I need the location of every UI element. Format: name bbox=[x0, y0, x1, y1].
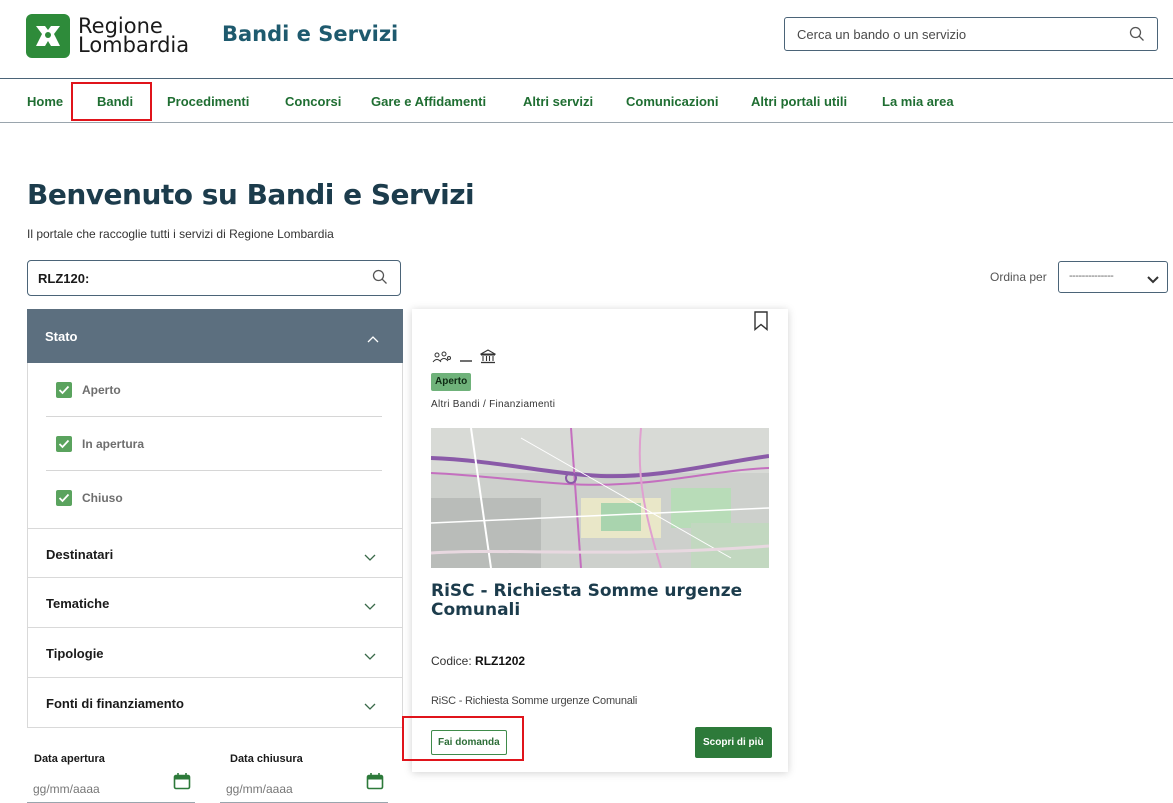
bookmark-icon[interactable] bbox=[754, 311, 768, 336]
checkbox-label: Chiuso bbox=[82, 491, 123, 505]
card-description: RiSC - Richiesta Somme urgenze Comunali bbox=[431, 695, 638, 707]
calendar-icon[interactable] bbox=[173, 772, 191, 795]
checkbox-checked-icon[interactable] bbox=[56, 435, 72, 452]
checkbox-checked-icon[interactable] bbox=[56, 381, 72, 398]
checkbox-label: In apertura bbox=[82, 436, 145, 451]
bando-card: Aperto Altri Bandi / Finanziamenti RiSC … bbox=[412, 309, 788, 772]
chevron-down-icon bbox=[1147, 272, 1159, 290]
regione-lombardia-logo[interactable]: Regione Lombardia bbox=[26, 14, 189, 58]
site-title[interactable]: Bandi e Servizi bbox=[222, 22, 398, 46]
accordion-label: Fonti di finanziamento bbox=[46, 696, 184, 711]
fai-domanda-highlight-box bbox=[402, 716, 524, 761]
bandi-search bbox=[27, 260, 401, 296]
nav-bandi-highlight-box bbox=[71, 82, 152, 121]
nav-item-gare-affidamenti[interactable]: Gare e Affidamenti bbox=[371, 94, 486, 109]
main-nav: Home Bandi Procedimenti Concorsi Gare e … bbox=[0, 78, 1173, 123]
card-map-image bbox=[431, 428, 769, 568]
accordion-label: Tipologie bbox=[46, 646, 104, 661]
chevron-down-icon bbox=[364, 598, 376, 616]
date-placeholder: gg/mm/aaaa bbox=[226, 782, 293, 796]
calendar-icon[interactable] bbox=[366, 772, 384, 795]
logo-line-2: Lombardia bbox=[78, 33, 190, 57]
checkbox-row-in-apertura[interactable]: In apertura bbox=[46, 417, 382, 471]
sort-label: Ordina per bbox=[990, 270, 1047, 284]
sort-select[interactable]: -------------- bbox=[1058, 261, 1168, 293]
card-codice: Codice: RLZ1202 bbox=[431, 654, 525, 668]
chevron-down-icon bbox=[364, 698, 376, 716]
data-chiusura-field[interactable]: gg/mm/aaaa bbox=[220, 768, 388, 803]
nav-item-altri-servizi[interactable]: Altri servizi bbox=[523, 94, 593, 109]
accordion-destinatari[interactable]: Destinatari bbox=[27, 528, 403, 578]
date-placeholder: gg/mm/aaaa bbox=[33, 782, 100, 796]
chevron-down-icon bbox=[364, 648, 376, 666]
sort-selected-value: -------------- bbox=[1069, 270, 1114, 282]
accordion-label: Tematiche bbox=[46, 596, 110, 611]
accordion-stato-label: Stato bbox=[45, 329, 78, 344]
checkbox-row-chiuso[interactable]: Chiuso bbox=[46, 471, 382, 525]
nav-item-concorsi[interactable]: Concorsi bbox=[285, 94, 341, 109]
public-building-icon bbox=[478, 349, 498, 369]
nav-item-la-mia-area[interactable]: La mia area bbox=[882, 94, 954, 109]
bandi-search-input[interactable] bbox=[28, 261, 348, 295]
global-search-input[interactable] bbox=[785, 18, 1105, 50]
chevron-down-icon bbox=[364, 549, 376, 567]
nav-item-procedimenti[interactable]: Procedimenti bbox=[167, 94, 249, 109]
checkbox-checked-icon[interactable] bbox=[56, 490, 72, 506]
checkbox-label: Aperto bbox=[82, 382, 121, 397]
page-title: Benvenuto su Bandi e Servizi bbox=[27, 178, 475, 211]
codice-value: RLZ1202 bbox=[475, 654, 526, 668]
scopri-di-piu-button[interactable]: Scopri di più bbox=[695, 727, 772, 758]
accordion-tematiche[interactable]: Tematiche bbox=[27, 578, 403, 628]
people-icon bbox=[432, 350, 452, 369]
card-category: Altri Bandi / Finanziamenti bbox=[431, 399, 556, 410]
checkbox-row-aperto[interactable]: Aperto bbox=[46, 363, 382, 417]
separator-dash-icon bbox=[460, 350, 472, 368]
logo-text: Regione Lombardia bbox=[78, 16, 190, 57]
status-badge: Aperto bbox=[431, 373, 472, 391]
accordion-fonti-finanziamento[interactable]: Fonti di finanziamento bbox=[27, 678, 403, 728]
data-apertura-field[interactable]: gg/mm/aaaa bbox=[27, 768, 195, 803]
data-chiusura-label: Data chiusura bbox=[230, 753, 303, 765]
nav-item-altri-portali[interactable]: Altri portali utili bbox=[751, 94, 847, 109]
accordion-tipologie[interactable]: Tipologie bbox=[27, 628, 403, 678]
accordion-stato-header[interactable]: Stato bbox=[27, 309, 403, 363]
search-icon[interactable] bbox=[372, 269, 388, 290]
logo-mark-icon bbox=[26, 14, 70, 58]
accordion-stato-body: Aperto In apertura Chiuso bbox=[27, 363, 403, 528]
page-subtitle: Il portale che raccoglie tutti i servizi… bbox=[27, 227, 334, 241]
site-header: Regione Lombardia Bandi e Servizi bbox=[0, 0, 1173, 78]
accordion-label: Destinatari bbox=[46, 547, 114, 562]
chevron-up-icon bbox=[367, 331, 379, 346]
card-title[interactable]: RiSC - Richiesta Somme urgenze Comunali bbox=[431, 582, 761, 620]
nav-item-comunicazioni[interactable]: Comunicazioni bbox=[626, 94, 718, 109]
search-icon[interactable] bbox=[1129, 26, 1145, 47]
card-recipient-icons bbox=[432, 349, 498, 369]
filters-accordion: Stato Aperto In apertura Chiuso Destinat… bbox=[27, 309, 403, 728]
global-search bbox=[784, 17, 1158, 51]
codice-label: Codice: bbox=[431, 654, 472, 668]
data-apertura-label: Data apertura bbox=[34, 753, 105, 765]
nav-item-home[interactable]: Home bbox=[27, 94, 63, 109]
